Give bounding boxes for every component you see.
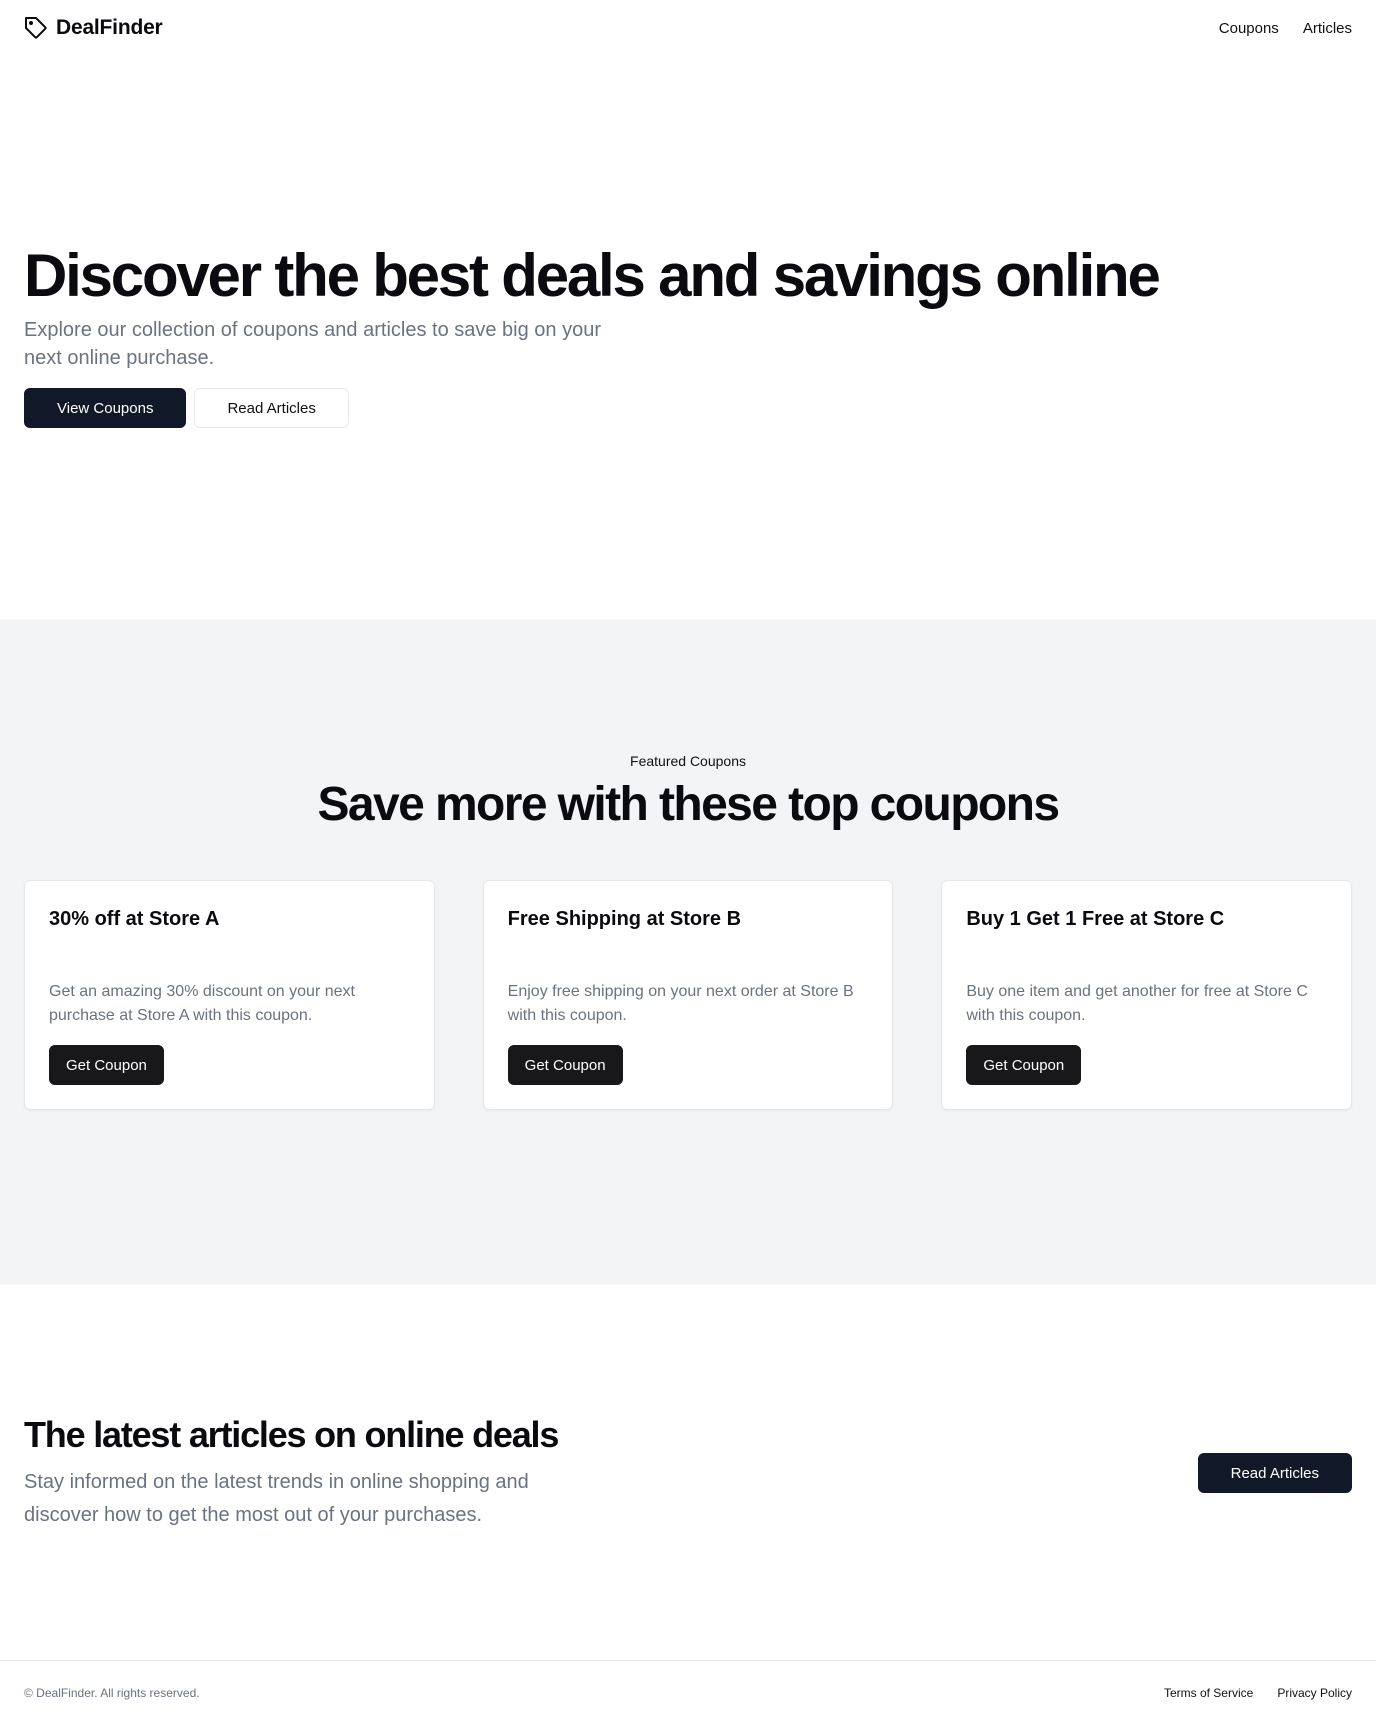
site-footer: © DealFinder. All rights reserved. Terms… bbox=[0, 1660, 1376, 1725]
site-header: DealFinder Coupons Articles bbox=[0, 0, 1376, 56]
coupon-card-description: Enjoy free shipping on your next order a… bbox=[507, 983, 854, 1024]
coupon-card-title: Buy 1 Get 1 Free at Store C bbox=[966, 908, 1225, 930]
hero-actions: View Coupons Read Articles bbox=[24, 388, 349, 428]
read-articles-cta-button[interactable]: Read Articles bbox=[1197, 1453, 1352, 1493]
view-coupons-button[interactable]: View Coupons bbox=[24, 388, 187, 428]
read-articles-button[interactable]: Read Articles bbox=[194, 388, 349, 428]
coupon-card-title: Free Shipping at Store B bbox=[507, 908, 742, 930]
get-coupon-button[interactable]: Get Coupon bbox=[966, 1045, 1082, 1085]
main-nav: Coupons Articles bbox=[1219, 20, 1352, 37]
hero-title: Discover the best deals and savings onli… bbox=[24, 242, 1161, 309]
section-eyebrow: Featured Coupons bbox=[630, 753, 746, 769]
featured-coupons-section: Featured Coupons Save more with these to… bbox=[0, 619, 1376, 1285]
tag-icon bbox=[24, 16, 48, 40]
copyright-text: © DealFinder. All rights reserved. bbox=[24, 1686, 200, 1700]
brand-name: DealFinder bbox=[56, 16, 163, 39]
articles-section-subtitle: Stay informed on the latest trends in on… bbox=[24, 1471, 529, 1526]
brand-logo-link[interactable]: DealFinder bbox=[24, 16, 163, 40]
coupon-card-title: 30% off at Store A bbox=[49, 908, 220, 930]
footer-nav: Terms of Service Privacy Policy bbox=[1164, 1686, 1352, 1700]
hero-section: Discover the best deals and savings onli… bbox=[0, 56, 1376, 619]
terms-of-service-link[interactable]: Terms of Service bbox=[1164, 1686, 1253, 1700]
articles-section-title: The latest articles on online deals bbox=[24, 1414, 559, 1455]
get-coupon-button[interactable]: Get Coupon bbox=[49, 1045, 164, 1085]
nav-link-articles[interactable]: Articles bbox=[1303, 20, 1352, 37]
coupon-card-description: Buy one item and get another for free at… bbox=[966, 983, 1308, 1024]
nav-link-coupons[interactable]: Coupons bbox=[1219, 20, 1279, 37]
latest-articles-section: The latest articles on online deals Stay… bbox=[0, 1285, 1376, 1660]
coupons-section-title: Save more with these top coupons bbox=[317, 778, 1061, 831]
coupon-card: Free Shipping at Store B Enjoy free ship… bbox=[482, 880, 894, 1110]
coupon-card-list: 30% off at Store A Get an amazing 30% di… bbox=[24, 880, 1353, 1110]
coupon-card-description: Get an amazing 30% discount on your next… bbox=[49, 983, 355, 1024]
hero-subtitle: Explore our collection of coupons and ar… bbox=[24, 319, 602, 369]
get-coupon-button[interactable]: Get Coupon bbox=[507, 1045, 623, 1085]
coupon-card: 30% off at Store A Get an amazing 30% di… bbox=[24, 880, 435, 1110]
privacy-policy-link[interactable]: Privacy Policy bbox=[1277, 1686, 1352, 1700]
coupon-card: Buy 1 Get 1 Free at Store C Buy one item… bbox=[941, 880, 1353, 1110]
